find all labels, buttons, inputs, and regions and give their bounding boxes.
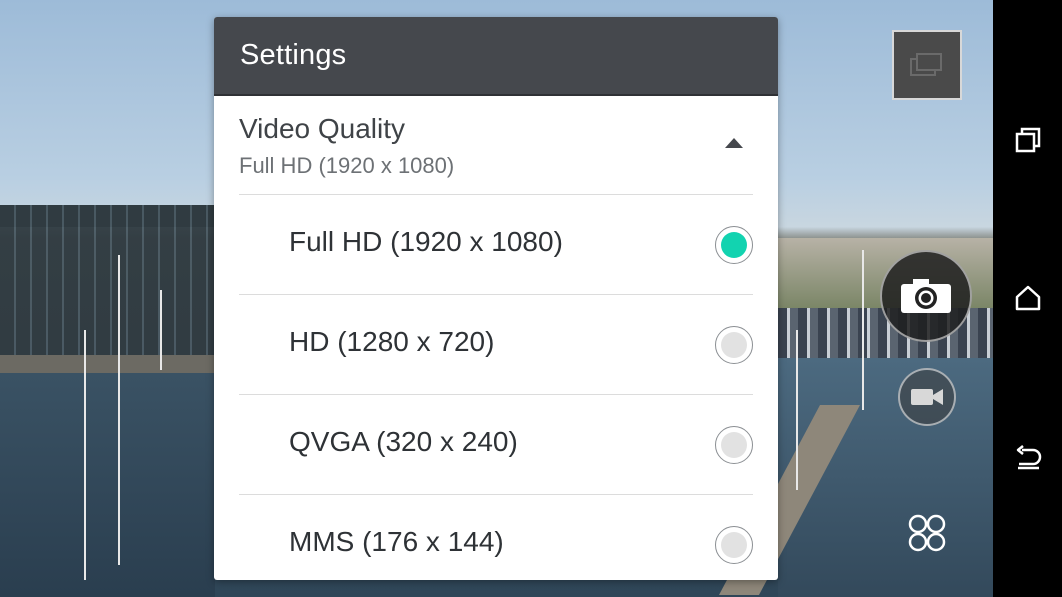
camera-modes-icon <box>908 514 946 552</box>
settings-dialog: Settings Video Quality Full HD (1920 x 1… <box>214 17 778 580</box>
option-label: QVGA (320 x 240) <box>289 426 518 457</box>
recent-apps-icon <box>1015 127 1040 153</box>
viewfinder-mast <box>862 250 864 410</box>
option-label: MMS (176 x 144) <box>289 526 504 557</box>
radio-dot <box>721 232 747 258</box>
home-icon <box>1015 285 1040 311</box>
recent-apps-button[interactable] <box>993 110 1062 170</box>
video-quality-label: Video Quality <box>239 113 406 144</box>
radio-button[interactable] <box>715 526 753 564</box>
video-record-button[interactable] <box>898 368 956 426</box>
video-camera-icon <box>911 389 943 405</box>
camera-shutter-icon <box>901 279 951 313</box>
video-quality-option-hd[interactable]: HD (1280 x 720) <box>214 295 778 395</box>
radio-button[interactable] <box>715 426 753 464</box>
viewfinder-water-left <box>0 373 215 597</box>
video-quality-option-mms[interactable]: MMS (176 x 144) <box>214 495 778 580</box>
radio-button-selected[interactable] <box>715 226 753 264</box>
viewfinder-mast <box>118 255 120 565</box>
viewfinder-quay <box>0 355 215 373</box>
camera-shutter-button[interactable] <box>880 250 972 342</box>
camera-modes-button[interactable] <box>904 510 950 556</box>
back-icon <box>1016 445 1041 470</box>
video-quality-option-full-hd[interactable]: Full HD (1920 x 1080) <box>214 195 778 295</box>
chevron-up-icon <box>725 138 743 148</box>
option-label: HD (1280 x 720) <box>289 326 495 357</box>
radio-button[interactable] <box>715 326 753 364</box>
gallery-thumbnail-button[interactable] <box>892 30 962 100</box>
viewfinder-mast <box>160 290 162 370</box>
dialog-header: Settings <box>214 17 778 94</box>
home-button[interactable] <box>993 268 1062 328</box>
video-quality-setting[interactable]: Video Quality Full HD (1920 x 1080) <box>214 96 778 195</box>
gallery-thumbnail-icon <box>910 53 942 76</box>
video-quality-current-value: Full HD (1920 x 1080) <box>239 153 455 178</box>
viewfinder-mast <box>796 330 798 490</box>
viewfinder-mast <box>84 330 86 580</box>
radio-dot <box>721 532 747 558</box>
collapse-button[interactable] <box>714 126 754 160</box>
option-label: Full HD (1920 x 1080) <box>289 226 563 257</box>
back-button[interactable] <box>993 428 1062 488</box>
video-quality-option-qvga[interactable]: QVGA (320 x 240) <box>214 395 778 495</box>
dialog-title: Settings <box>240 39 347 71</box>
radio-dot <box>721 432 747 458</box>
viewfinder-building-facade <box>0 205 215 360</box>
navigation-bar <box>993 0 1062 597</box>
radio-dot <box>721 332 747 358</box>
